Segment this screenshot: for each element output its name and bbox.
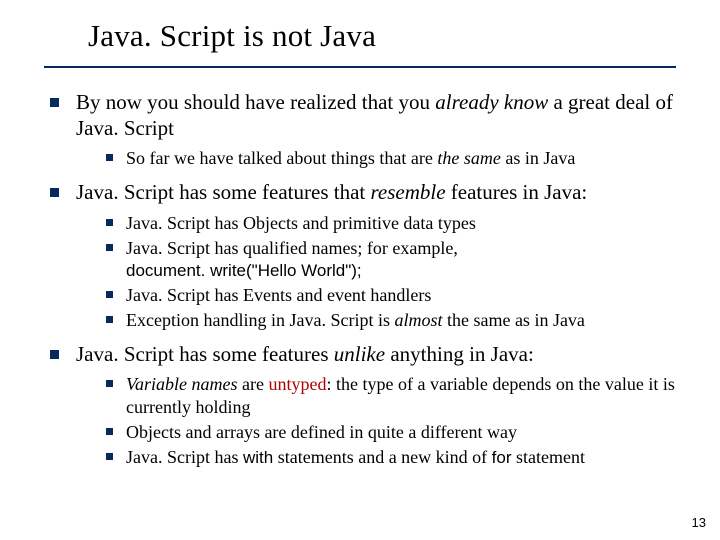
text: statements and a new kind of	[273, 447, 491, 467]
code-sample: document. write("Hello World");	[126, 260, 676, 282]
text-emphasis: the same	[437, 148, 500, 168]
list-item: Java. Script has some features that rese…	[48, 180, 676, 331]
text: features in Java:	[446, 180, 588, 204]
slide: Java. Script is not Java By now you shou…	[0, 0, 720, 540]
text-emphasis: Variable names	[126, 374, 238, 394]
text: By now you should have realized that you	[76, 90, 435, 114]
text: Java. Script has some features that	[76, 180, 371, 204]
title-underline	[44, 66, 676, 68]
text: are	[238, 374, 269, 394]
text-highlight: untyped	[268, 374, 326, 394]
list-item: Java. Script has with statements and a n…	[104, 446, 676, 469]
text: Java. Script has qualified names; for ex…	[126, 238, 458, 258]
page-number: 13	[692, 515, 706, 530]
list-item: By now you should have realized that you…	[48, 90, 676, 170]
text: Exception handling in Java. Script is	[126, 310, 394, 330]
text: Java. Script has Events and event handle…	[126, 285, 431, 305]
text: the same as in Java	[442, 310, 584, 330]
bullet-list-level2: So far we have talked about things that …	[76, 147, 676, 170]
text: So far we have talked about things that …	[126, 148, 437, 168]
text: Java. Script has	[126, 447, 243, 467]
list-item: Java. Script has Events and event handle…	[104, 284, 676, 307]
text: Objects and arrays are defined in quite …	[126, 422, 517, 442]
list-item: So far we have talked about things that …	[104, 147, 676, 170]
text: as in Java	[501, 148, 575, 168]
text-emphasis: unlike	[334, 342, 385, 366]
list-item: Variable names are untyped: the type of …	[104, 373, 676, 419]
list-item: Java. Script has Objects and primitive d…	[104, 212, 676, 235]
list-item: Java. Script has qualified names; for ex…	[104, 237, 676, 282]
text: anything in Java:	[385, 342, 534, 366]
bullet-list-level1: By now you should have realized that you…	[44, 90, 676, 469]
bullet-list-level2: Variable names are untyped: the type of …	[76, 373, 676, 469]
code-keyword: for	[492, 448, 512, 467]
text: Java. Script has some features	[76, 342, 334, 366]
slide-title: Java. Script is not Java	[88, 18, 676, 54]
text: statement	[512, 447, 585, 467]
code-keyword: with	[243, 448, 273, 467]
text: Java. Script has Objects and primitive d…	[126, 213, 476, 233]
text-emphasis: already know	[435, 90, 548, 114]
bullet-list-level2: Java. Script has Objects and primitive d…	[76, 212, 676, 332]
text-emphasis: resemble	[371, 180, 446, 204]
list-item: Java. Script has some features unlike an…	[48, 342, 676, 470]
list-item: Exception handling in Java. Script is al…	[104, 309, 676, 332]
text-emphasis: almost	[394, 310, 442, 330]
list-item: Objects and arrays are defined in quite …	[104, 421, 676, 444]
